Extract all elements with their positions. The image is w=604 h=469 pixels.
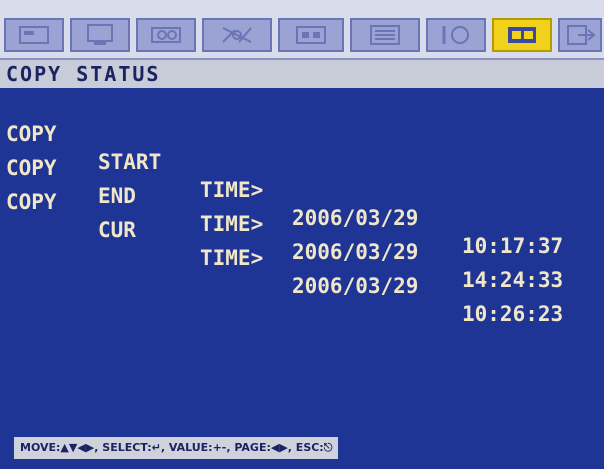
copy-cur-row: COPY CUR TIME> 2006/03/29 10:26:23	[0, 160, 604, 326]
network-icon	[442, 26, 469, 44]
tab-exit[interactable]	[558, 18, 602, 52]
dvr-screen: COPY STATUS COPY START TIME> 2006/03/29 …	[0, 0, 604, 469]
copy-cur-time: 10:26:23	[462, 302, 564, 326]
copy-start-date: 2006/03/29	[292, 206, 419, 230]
system-icon	[19, 26, 49, 44]
motion-icon	[222, 27, 252, 43]
schedule-icon	[370, 25, 400, 45]
tab-schedule[interactable]	[350, 18, 420, 52]
copy-cur-date: 2006/03/29	[292, 274, 419, 298]
row-label-3: TIME>	[200, 246, 264, 270]
copy-end-row: COPY END TIME> 2006/03/29 14:24:33	[0, 126, 604, 292]
menu-tab-bar	[0, 0, 604, 60]
copy-icon	[508, 27, 536, 43]
tab-display[interactable]	[70, 18, 130, 52]
copy-start-time: 10:17:37	[462, 234, 564, 258]
key-help-bar: MOVE:▲▼◀▶, SELECT:↵, VALUE:+-, PAGE:◀▶, …	[14, 437, 339, 459]
tab-record[interactable]	[278, 18, 344, 52]
tab-motion[interactable]	[202, 18, 272, 52]
tab-system[interactable]	[4, 18, 64, 52]
row-label-3: TIME>	[200, 212, 264, 236]
camera-icon	[151, 27, 181, 43]
exit-icon	[567, 25, 596, 45]
display-icon	[87, 24, 113, 45]
section-title: COPY STATUS	[0, 60, 604, 88]
record-icon	[296, 26, 326, 44]
tab-network[interactable]	[426, 18, 486, 52]
copy-end-time: 14:24:33	[462, 268, 564, 292]
row-label-1: COPY	[6, 190, 57, 214]
copy-start-row: COPY START TIME> 2006/03/29 10:17:37	[0, 92, 604, 258]
tab-camera[interactable]	[136, 18, 196, 52]
row-label-2: CUR	[98, 218, 136, 242]
copy-end-date: 2006/03/29	[292, 240, 419, 264]
tab-copy[interactable]	[492, 18, 552, 52]
